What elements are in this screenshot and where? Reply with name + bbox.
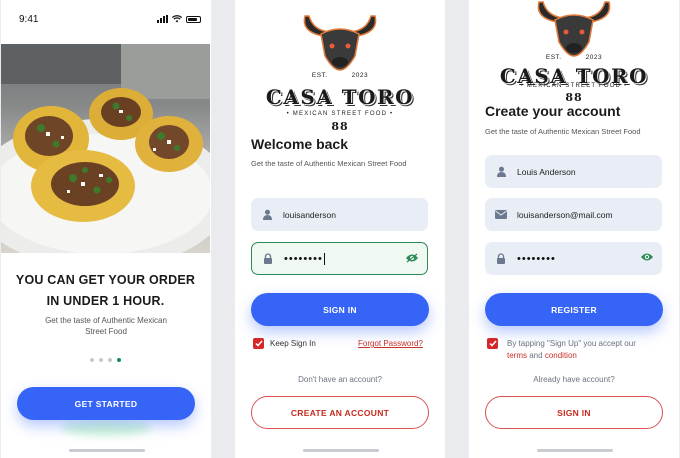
username-field[interactable]: louisanderson [251,198,428,231]
eye-toggle-icon[interactable] [405,253,419,265]
email-field[interactable]: louisanderson@mail.com [485,198,662,231]
tacos-photo [1,44,210,253]
onboarding-headline: YOU CAN GET YOUR ORDER IN UNDER 1 HOUR. [15,273,196,308]
bull-head-icon [303,15,377,71]
page-dot[interactable] [108,358,112,362]
page-dot[interactable] [99,358,103,362]
cellular-signal-icon [157,15,168,23]
lock-icon [495,253,507,265]
home-indicator [303,449,379,452]
no-account-text: Don't have an account? [298,375,382,384]
have-account-text: Already have account? [533,375,615,384]
page-subtitle: Get the taste of Authentic Mexican Stree… [251,159,407,168]
page-dot[interactable] [90,358,94,362]
page-title: Create your account [485,103,621,119]
register-button[interactable]: REGISTER [485,293,663,326]
home-indicator [69,449,145,452]
terms-link[interactable]: terms [507,351,527,360]
signin-button[interactable]: SIGN IN [485,396,663,429]
terms-text: By tapping "Sign Up" you accept our term… [507,339,636,360]
check-icon [254,340,263,347]
onboarding-subtitle: Get the taste of Authentic Mexican Stree… [45,316,167,336]
page-indicator [1,358,210,362]
keep-signin-label: Keep Sign In [270,339,316,348]
mail-icon [495,209,507,221]
brand-name: CASA TORO [265,85,415,109]
status-bar: 9:41 [1,0,211,38]
signin-screen: EST. 2023 CASA TORO • MEXICAN STREET FOOD… [235,0,445,458]
battery-icon [186,15,201,23]
page-subtitle: Get the taste of Authentic Mexican Stree… [485,127,641,136]
onboarding-screen: 9:41 YOU CAN GET YOUR ORDER IN UNDER 1 H… [1,0,211,458]
home-indicator [537,449,613,452]
wifi-icon [172,15,182,23]
brand-number: 88 [331,120,349,133]
user-icon [261,209,273,221]
check-icon [488,340,497,347]
brand-tagline: • MEXICAN STREET FOOD • [520,83,628,89]
password-field[interactable]: •••••••• [251,242,428,275]
signin-button[interactable]: SIGN IN [251,293,429,326]
page-title: Welcome back [251,136,349,152]
bull-head-icon [537,1,611,57]
user-icon [495,166,507,178]
casa-toro-logo: EST. 2023 CASA TORO • MEXICAN STREET FOOD… [235,10,445,133]
create-account-button[interactable]: CREATE AN ACCOUNT [251,396,429,429]
condition-link[interactable]: condition [545,351,577,360]
keep-signin-checkbox[interactable] [253,338,264,349]
password-field[interactable]: •••••••• [485,242,662,275]
forgot-password-link[interactable]: Forgot Password? [358,339,423,348]
get-started-button[interactable]: GET STARTED [17,387,195,420]
lock-icon [262,253,274,265]
eye-icon[interactable] [640,252,654,264]
full-name-field[interactable]: Louis Anderson [485,155,662,188]
casa-toro-logo: EST. 2023 CASA TORO • MEXICAN STREET FOOD… [469,0,679,104]
page-dot[interactable] [117,358,121,362]
status-time: 9:41 [19,13,39,25]
terms-checkbox[interactable] [487,338,498,349]
brand-tagline: • MEXICAN STREET FOOD • [286,111,394,117]
signup-screen: EST. 2023 CASA TORO • MEXICAN STREET FOOD… [469,0,679,458]
